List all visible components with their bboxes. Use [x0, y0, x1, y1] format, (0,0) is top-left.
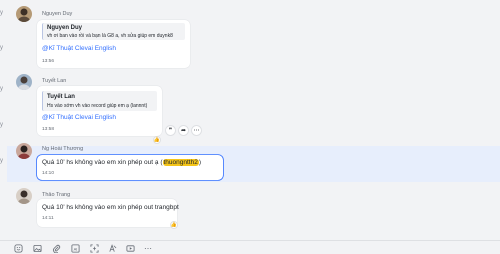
message-time: 13:58	[42, 127, 55, 132]
message-bubble: Quá 10' hs không vào em xin phép out ạ (…	[37, 155, 223, 180]
message-bubble: Quá 10' hs không vào em xin phép out tra…	[37, 199, 179, 227]
mention-link[interactable]: @Kĩ Thuật Clevai English	[42, 45, 116, 52]
reply-quote[interactable]: Tuyết Lan Hs vào sớm vh vào record giúp …	[42, 91, 157, 111]
message-item[interactable]: Nguyen Duy Nguyen Duy vh ơi ban vào rồi …	[0, 0, 500, 70]
message-item[interactable]: Tuyết Lan Tuyết Lan Hs vào sớm vh vào re…	[0, 72, 500, 144]
more-icon[interactable]: ⋯	[143, 243, 153, 253]
avatar[interactable]	[16, 143, 32, 159]
message-text: Quá 10' hs không vào em xin phép out tra…	[42, 204, 179, 211]
format-icon[interactable]	[89, 243, 99, 253]
avatar[interactable]	[16, 74, 32, 90]
reply-quote[interactable]: Nguyen Duy vh ơi ban vào rồi và bạn là G…	[42, 23, 185, 40]
emoji-icon[interactable]	[13, 243, 23, 253]
sender-name[interactable]: Tuyết Lan	[42, 78, 66, 84]
message-bubble: Nguyen Duy vh ơi ban vào rồi và bạn là G…	[37, 20, 190, 68]
avatar[interactable]	[16, 6, 32, 22]
quote-sender: Tuyết Lan	[47, 94, 75, 100]
forward-icon[interactable]: ➦	[178, 125, 189, 136]
message-text: Quá 10' hs không vào em xin phép out ạ (…	[42, 159, 201, 166]
quote-icon[interactable]: ❞	[165, 125, 176, 136]
quote-sender: Nguyen Duy	[47, 25, 83, 31]
quote-text: Hs vào sớm vh vào record giúp em ạ (lann…	[47, 103, 148, 109]
more-icon[interactable]: ⋯	[191, 125, 202, 136]
mention-chip[interactable]: thuongntth2	[162, 159, 199, 166]
message-bubble: Tuyết Lan Hs vào sớm vh vào record giúp …	[37, 86, 162, 136]
composer-toolbar: AI ⋯	[0, 240, 500, 254]
message-item[interactable]: Ng Hoài Thương Quá 10' hs không vào em x…	[0, 140, 500, 182]
screenshot-icon[interactable]: AI	[70, 243, 80, 253]
attachment-icon[interactable]	[51, 243, 61, 253]
quote-text: vh ơi ban vào rồi và bạn là G8 a, vh sửa…	[47, 33, 173, 39]
sender-name[interactable]: Nguyen Duy	[42, 11, 72, 17]
video-icon[interactable]	[125, 243, 135, 253]
message-time: 14:10	[42, 171, 55, 176]
mention-close: )	[198, 159, 202, 166]
message-text-content: Quá 10' hs không vào em xin phép out ạ	[42, 159, 159, 166]
avatar[interactable]	[16, 188, 32, 204]
message-time: 13:56	[42, 59, 55, 64]
sender-name[interactable]: Thảo Trang	[42, 192, 70, 198]
svg-text:AI: AI	[73, 246, 77, 251]
text-style-icon[interactable]	[107, 243, 117, 253]
reaction-icon[interactable]: 👍	[170, 221, 178, 229]
message-item[interactable]: Thảo Trang Quá 10' hs không vào em xin p…	[0, 186, 500, 230]
image-icon[interactable]	[32, 243, 42, 253]
message-hover-actions: ❞ ➦ ⋯	[165, 125, 202, 136]
mention-link[interactable]: @Kĩ Thuật Clevai English	[42, 114, 116, 121]
sender-name[interactable]: Ng Hoài Thương	[42, 146, 83, 152]
message-time: 14:11	[42, 216, 54, 221]
